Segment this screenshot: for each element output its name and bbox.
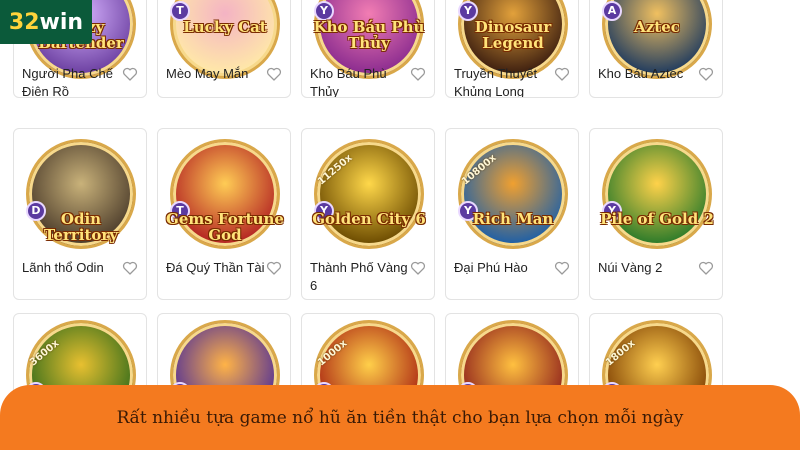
game-logo-text: Golden City 6 <box>312 210 426 228</box>
game-name[interactable]: Kho Báu Phù Thủy <box>310 65 410 97</box>
game-thumbnail[interactable] <box>602 139 712 249</box>
provider-badge: A <box>602 1 622 21</box>
favorite-heart-icon[interactable] <box>554 260 570 276</box>
game-logo-text: Odin Territory <box>43 210 119 244</box>
favorite-heart-icon[interactable] <box>554 66 570 82</box>
game-card[interactable]: T Lucky Cat Mèo May Mắn <box>157 0 291 98</box>
game-name[interactable]: Truyền Thuyết Khủng Long <box>454 65 554 97</box>
favorite-heart-icon[interactable] <box>122 66 138 82</box>
game-thumbnail[interactable] <box>314 139 424 249</box>
game-logo-text: Kho Báu Phù Thủy <box>313 18 425 52</box>
game-name[interactable]: Người Pha Chế Điên Rồ <box>22 65 122 97</box>
game-name[interactable]: Thành Phố Vàng 6 <box>310 259 410 295</box>
game-logo-text: Dinosaur Legend <box>474 18 552 52</box>
game-card[interactable]: Y Kho Báu Phù Thủy Kho Báu Phù Thủy <box>301 0 435 98</box>
game-name[interactable]: Núi Vàng 2 <box>598 259 698 277</box>
game-logo-text: Gems Fortune God <box>166 210 284 244</box>
game-logo-text: Aztec <box>634 18 680 36</box>
game-logo-text: Lucky Cat <box>183 18 267 36</box>
game-card[interactable]: A Aztec Kho Báu Aztec <box>589 0 723 98</box>
game-logo-text: Rich Man <box>472 210 554 228</box>
game-name[interactable]: Lãnh thổ Odin <box>22 259 122 277</box>
brand-word: win <box>39 9 84 35</box>
game-card[interactable]: T Gems Fortune God Đá Quý Thần Tài <box>157 128 291 300</box>
game-grid: Crazy BartenderNgười Pha Chế Điên RồTLuc… <box>0 0 800 450</box>
game-name[interactable]: Đại Phú Hào <box>454 259 554 277</box>
game-name[interactable]: Mèo May Mắn <box>166 65 266 83</box>
brand-number: 32 <box>8 9 40 35</box>
game-card[interactable]: D Odin Territory Lãnh thổ Odin <box>13 128 147 300</box>
favorite-heart-icon[interactable] <box>698 260 714 276</box>
favorite-heart-icon[interactable] <box>698 66 714 82</box>
game-name[interactable]: Đá Quý Thần Tài <box>166 259 266 277</box>
game-card[interactable]: Y Pile of Gold 2 Núi Vàng 2 <box>589 128 723 300</box>
favorite-heart-icon[interactable] <box>122 260 138 276</box>
promo-banner: Rất nhiều tựa game nổ hũ ăn tiền thật ch… <box>0 385 800 450</box>
game-name[interactable]: Kho Báu Aztec <box>598 65 698 83</box>
game-logo-text: Pile of Gold 2 <box>600 210 714 228</box>
favorite-heart-icon[interactable] <box>266 66 282 82</box>
promo-banner-text: Rất nhiều tựa game nổ hũ ăn tiền thật ch… <box>116 407 684 428</box>
favorite-heart-icon[interactable] <box>266 260 282 276</box>
game-card[interactable]: 10800x Y Rich Man Đại Phú Hào <box>445 128 579 300</box>
favorite-heart-icon[interactable] <box>410 260 426 276</box>
game-thumbnail[interactable] <box>458 139 568 249</box>
game-card[interactable]: 11250x Y Golden City 6 Thành Phố Vàng 6 <box>301 128 435 300</box>
brand-logo: 32 win <box>0 0 92 44</box>
favorite-heart-icon[interactable] <box>410 66 426 82</box>
game-card[interactable]: Y Dinosaur Legend Truyền Thuyết Khủng Long <box>445 0 579 98</box>
